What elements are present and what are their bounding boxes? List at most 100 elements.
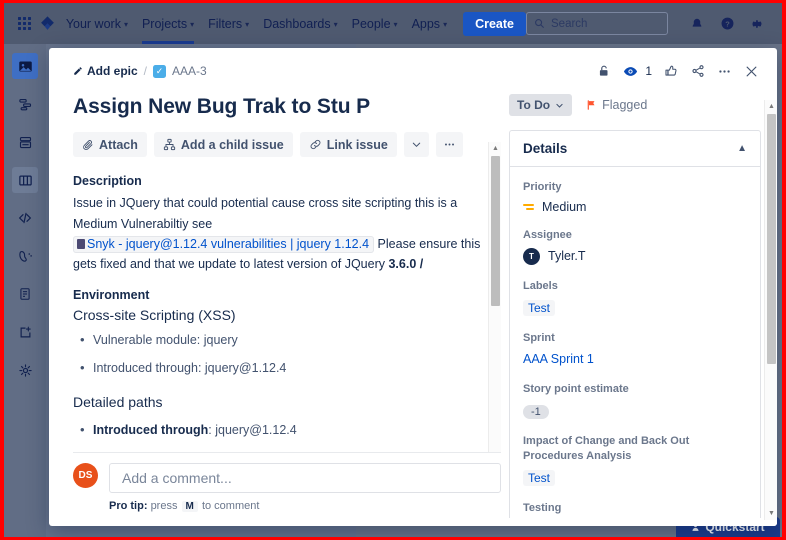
like-thumbs-up-icon[interactable] <box>657 58 684 85</box>
impact-tag[interactable]: Test <box>523 469 556 486</box>
nav-label: Your work <box>65 16 121 31</box>
right-scrollbar[interactable]: ▲ ▼ <box>764 100 777 520</box>
environment-heading: Cross-site Scripting (XSS) <box>73 307 236 324</box>
nav-filters[interactable]: Filters ▾ <box>201 3 256 44</box>
watch-count: 1 <box>645 64 652 78</box>
attach-button[interactable]: Attach <box>73 132 147 158</box>
breadcrumb: Add epic / ✓ AAA-3 <box>73 64 207 78</box>
field-label: Sprint <box>523 331 555 344</box>
field-label: Labels <box>523 279 558 292</box>
field-label: Story point estimate <box>523 383 629 396</box>
board-icon[interactable] <box>12 167 38 193</box>
more-ellipsis-icon <box>444 143 454 146</box>
details-card-body: Priority Medium Assignee T Tyler.T Label… <box>510 167 760 518</box>
label-tag[interactable]: Test <box>523 299 556 316</box>
right-scrollbar-thumb[interactable] <box>767 114 776 364</box>
jira-logo-icon[interactable] <box>36 15 59 32</box>
nav-dashboards[interactable]: Dashboards ▾ <box>256 3 344 44</box>
watch-eye-icon[interactable] <box>617 58 644 85</box>
help-icon[interactable]: ? <box>712 16 742 31</box>
project-settings-icon[interactable] <box>12 357 38 383</box>
create-button[interactable]: Create <box>463 11 526 36</box>
roadmap-icon[interactable] <box>12 91 38 117</box>
add-epic-button[interactable]: Add epic <box>73 64 138 78</box>
issue-key-link[interactable]: AAA-3 <box>172 64 207 78</box>
code-icon[interactable] <box>12 205 38 231</box>
details-title: Details <box>523 141 568 156</box>
issue-main-column: Assign New Bug Trak to Stu P Attach Add … <box>49 94 501 526</box>
environment-bullet-list: Vulnerable module: jquery Introduced thr… <box>73 330 483 378</box>
environment-label: Environment <box>73 288 150 303</box>
unlock-icon[interactable] <box>590 58 617 85</box>
scroll-up-arrow-icon[interactable]: ▲ <box>765 100 777 113</box>
list-item: Vulnerable module: jquery <box>73 330 483 350</box>
field-value[interactable]: T Tyler.T <box>523 247 747 265</box>
field-value[interactable]: Medium <box>523 200 747 214</box>
action-more-button[interactable] <box>435 132 463 158</box>
field-story-point-estimate: Story point estimate -1 <box>523 382 747 420</box>
attach-paperclip-icon <box>83 139 93 150</box>
chevron-down-icon: ▾ <box>190 20 195 29</box>
detailed-paths-heading: Detailed paths <box>73 393 163 410</box>
nav-projects[interactable]: Projects ▾ <box>135 3 201 44</box>
field-label: Testing <box>523 501 562 514</box>
pro-tip-press: press <box>150 500 178 512</box>
chevron-down-icon: ▾ <box>333 20 338 29</box>
svg-text:?: ? <box>725 19 730 28</box>
chevron-down-icon: ▾ <box>443 20 448 29</box>
nav-your-work[interactable]: Your work ▾ <box>59 3 135 44</box>
story-point-chip[interactable]: -1 <box>523 405 549 420</box>
snyk-smart-link[interactable]: Snyk - jquery@1.12.4 vulnerabilities | j… <box>73 235 375 253</box>
avatar: DS <box>73 463 98 488</box>
modal-header-actions: 1 <box>590 58 765 85</box>
field-labels: Labels Test <box>523 279 747 317</box>
add-child-issue-label: Add a child issue <box>180 137 284 152</box>
description-label: Description <box>73 174 142 189</box>
description-line1: Issue in JQuery that could potential cau… <box>73 196 458 231</box>
share-icon[interactable] <box>684 58 711 85</box>
link-issue-label: Link issue <box>326 137 388 152</box>
close-icon[interactable] <box>738 58 765 85</box>
pages-icon[interactable] <box>12 281 38 307</box>
modal-body: Assign New Bug Trak to Stu P Attach Add … <box>49 94 777 526</box>
sprint-link[interactable]: AAA Sprint 1 <box>523 352 594 366</box>
issue-detail-modal: Add epic / ✓ AAA-3 1 Assign New Bug Trak… <box>49 48 777 526</box>
field-label: Priority <box>523 181 562 193</box>
notifications-icon[interactable] <box>682 17 712 31</box>
issue-action-buttons: Attach Add a child issue Link issue <box>73 132 483 158</box>
details-card-header[interactable]: Details ▲ <box>510 131 760 167</box>
search-icon <box>535 19 545 29</box>
snyk-link-text: Snyk - jquery@1.12.4 vulnerabilities | j… <box>87 236 370 251</box>
assignee-value: Tyler.T <box>548 249 586 264</box>
project-avatar-icon[interactable] <box>12 53 38 79</box>
task-type-icon: ✓ <box>153 64 167 78</box>
settings-gear-icon[interactable] <box>742 17 772 31</box>
add-child-issue-button[interactable]: Add a child issue <box>153 132 293 158</box>
project-icon-rail <box>4 44 46 537</box>
backlog-icon[interactable] <box>12 129 38 155</box>
link-issue-button[interactable]: Link issue <box>299 132 397 158</box>
priority-value: Medium <box>542 199 587 214</box>
status-dropdown[interactable]: To Do <box>509 94 573 116</box>
avatar: T <box>523 247 540 265</box>
comment-input[interactable]: Add a comment... <box>109 463 501 493</box>
scroll-down-arrow-icon[interactable]: ▼ <box>765 507 777 520</box>
comment-placeholder: Add a comment... <box>122 470 232 486</box>
nav-label: Filters <box>208 16 243 31</box>
introduced-through-label: Introduced through <box>93 422 209 437</box>
action-dropdown-button[interactable] <box>403 132 429 158</box>
field-label: Impact of Change and Back Out Procedures… <box>523 435 690 463</box>
left-scrollbar-thumb[interactable] <box>491 156 500 306</box>
nav-people[interactable]: People ▾ <box>345 3 405 44</box>
link-chain-icon <box>310 140 321 150</box>
chevron-up-icon[interactable]: ▲ <box>737 143 747 154</box>
add-comment-section: DS Add a comment... Pro tip: press M to … <box>73 452 501 526</box>
add-item-icon[interactable] <box>12 319 38 345</box>
app-switcher-icon[interactable] <box>14 17 36 30</box>
search-input[interactable]: Search <box>526 12 668 35</box>
nav-apps[interactable]: Apps ▾ <box>405 3 455 44</box>
releases-icon[interactable] <box>12 243 38 269</box>
more-actions-icon[interactable] <box>711 58 738 85</box>
flag-icon <box>587 100 595 110</box>
status-row: To Do Flagged <box>509 94 761 116</box>
